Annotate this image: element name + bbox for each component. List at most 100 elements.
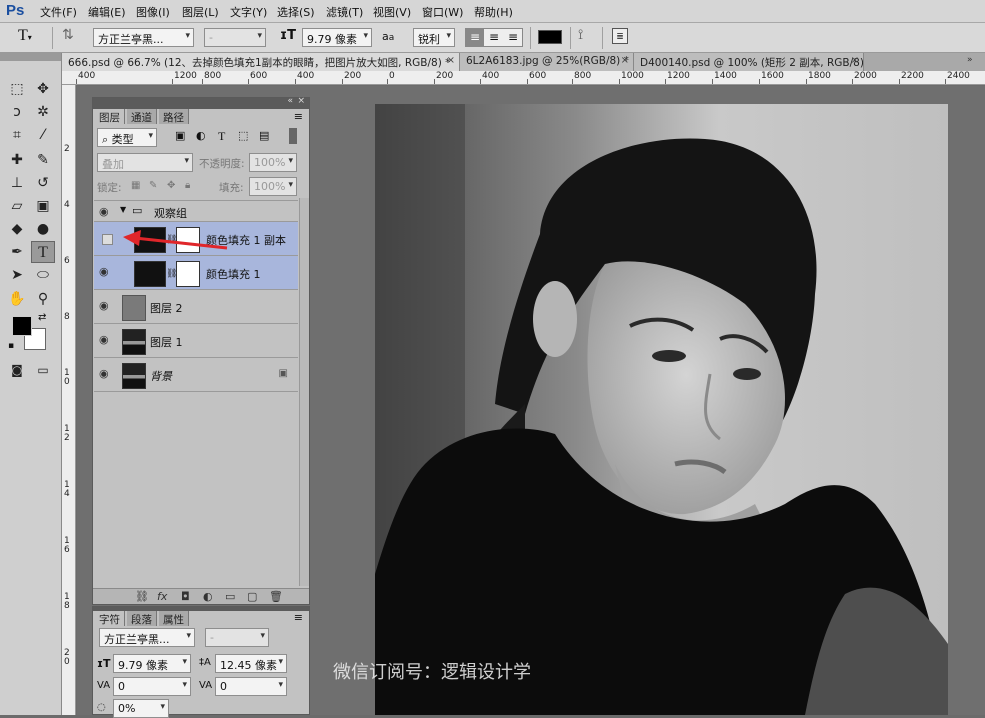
tab-6l2a6183-jpg[interactable]: 6L2A6183.jpg @ 25%(RGB/8) * × xyxy=(460,53,634,71)
type-tool-preset-icon[interactable]: T▾ xyxy=(18,27,32,45)
align-left-icon[interactable]: ≡ xyxy=(466,29,484,46)
panel-menu-icon[interactable]: ≡ xyxy=(294,611,303,624)
collapse-panel-icon[interactable]: « xyxy=(287,96,293,106)
kerning-input[interactable]: 0 ▾ xyxy=(113,677,191,696)
visibility-toggle-off[interactable] xyxy=(102,234,113,245)
path-selection-tool-icon[interactable]: ➤ xyxy=(5,264,29,286)
eyedropper-tool-icon[interactable]: ⁄ xyxy=(31,124,55,146)
document-canvas[interactable] xyxy=(375,104,948,715)
opacity-input[interactable]: 100% ▾ xyxy=(249,153,297,172)
layer-row-layer-2[interactable]: ◉ 图层 2 xyxy=(94,290,298,324)
adjustment-layer-icon[interactable]: ◐ xyxy=(203,590,213,603)
close-icon[interactable]: × xyxy=(447,55,455,66)
leading-input[interactable]: 12.45 像素 ▾ xyxy=(215,654,287,673)
zoom-tool-icon[interactable]: ⚲ xyxy=(31,288,55,310)
close-icon[interactable]: × xyxy=(621,55,629,66)
add-mask-icon[interactable]: ◘ xyxy=(181,590,190,603)
clone-stamp-tool-icon[interactable]: ⊥ xyxy=(5,172,29,194)
font-style-select[interactable]: - ▾ xyxy=(205,628,269,647)
menu-filter[interactable]: 滤镜(T) xyxy=(326,4,363,20)
lock-all-icon[interactable]: 🔒︎ xyxy=(185,180,190,191)
new-group-icon[interactable]: ▭ xyxy=(225,590,235,603)
layers-scrollbar[interactable] xyxy=(299,198,309,586)
screen-mode-icon[interactable]: ▭ xyxy=(31,359,55,381)
new-layer-icon[interactable]: ▢ xyxy=(247,590,257,603)
fx-icon[interactable]: fx xyxy=(157,590,167,603)
layer-row-background[interactable]: ◉ 背景 ▣ xyxy=(94,358,298,392)
quick-mask-icon[interactable]: ◙ xyxy=(5,359,29,381)
swap-colors-icon[interactable]: ⇄ xyxy=(38,312,46,323)
magic-wand-tool-icon[interactable]: ✲ xyxy=(31,101,55,123)
layer-mask-thumbnail[interactable] xyxy=(176,261,200,287)
text-orientation-icon[interactable]: ⇅ xyxy=(62,27,74,43)
crop-tool-icon[interactable]: ⌗ xyxy=(5,124,29,146)
ellipse-tool-icon[interactable]: ⬭ xyxy=(31,264,55,286)
gradient-tool-icon[interactable]: ▣ xyxy=(31,195,55,217)
lock-position-icon[interactable]: ✥ xyxy=(167,180,175,191)
healing-brush-tool-icon[interactable]: ✚ xyxy=(5,149,29,171)
filter-smart-object-icon[interactable]: ▤ xyxy=(259,129,269,142)
antialias-select[interactable]: 锐利 ▾ xyxy=(413,28,455,47)
history-brush-tool-icon[interactable]: ↺ xyxy=(31,172,55,194)
text-color-swatch[interactable] xyxy=(538,30,562,44)
move-tool-icon[interactable]: ✥ xyxy=(31,78,55,100)
tracking-input[interactable]: 0 ▾ xyxy=(215,677,287,696)
layer-row-fill[interactable]: ◉ ⛓ 颜色填充 1 xyxy=(94,256,298,290)
tabs-overflow-icon[interactable]: » xyxy=(967,55,973,65)
eye-icon[interactable]: ◉ xyxy=(99,300,113,311)
filter-type-icon[interactable]: T xyxy=(218,129,225,144)
toolbar-grip[interactable] xyxy=(0,53,61,61)
filter-adjustment-icon[interactable]: ◐ xyxy=(196,129,206,142)
font-style-select[interactable]: - ▾ xyxy=(204,28,266,47)
panel-grip[interactable]: « × xyxy=(93,96,309,109)
warp-text-icon[interactable]: ⟟ xyxy=(578,27,583,43)
lock-transparent-icon[interactable]: ▦ xyxy=(131,180,140,191)
menu-type[interactable]: 文字(Y) xyxy=(230,4,267,20)
menu-image[interactable]: 图像(I) xyxy=(136,4,170,20)
close-panel-icon[interactable]: × xyxy=(297,96,305,106)
tab-d400140-psd[interactable]: D400140.psd @ 100% (矩形 2 副本, RGB/8) * × xyxy=(634,53,864,71)
menu-window[interactable]: 窗口(W) xyxy=(422,4,463,20)
eye-icon[interactable]: ◉ xyxy=(99,368,113,379)
fill-input[interactable]: 100% ▾ xyxy=(249,177,297,196)
type-tool-icon[interactable]: T xyxy=(31,241,55,263)
font-size-select[interactable]: 9.79 像素 ▾ xyxy=(302,28,372,47)
tab-character[interactable]: 字符 xyxy=(95,611,125,626)
menu-help[interactable]: 帮助(H) xyxy=(474,4,513,20)
layer-row-layer-1[interactable]: ◉ 图层 1 xyxy=(94,324,298,358)
brush-tool-icon[interactable]: ✎ xyxy=(31,149,55,171)
panel-grip[interactable] xyxy=(93,607,309,611)
group-expand-icon[interactable]: ▼ xyxy=(120,205,126,214)
tab-layers[interactable]: 图层 xyxy=(95,109,125,124)
blend-mode-select[interactable]: 叠加 ▾ xyxy=(97,153,193,172)
font-family-select[interactable]: 方正兰亭黑... ▾ xyxy=(93,28,194,47)
trash-icon[interactable]: 🗑︎ xyxy=(269,590,283,603)
foreground-color-swatch[interactable] xyxy=(12,316,32,336)
menu-layer[interactable]: 图层(L) xyxy=(182,4,219,20)
tab-channels[interactable]: 通道 xyxy=(127,109,157,124)
font-family-select[interactable]: 方正兰亭黑... ▾ xyxy=(99,628,195,647)
filter-kind-select[interactable]: ⌕ 类型 ▾ xyxy=(97,128,157,147)
pen-tool-icon[interactable]: ✒ xyxy=(5,241,29,263)
filter-pixel-icon[interactable]: ▣ xyxy=(175,129,185,142)
character-panel-toggle-icon[interactable]: ≣ xyxy=(612,28,628,44)
tab-666-psd[interactable]: 666.psd @ 66.7% (12、去掉颜色填充1副本的眼睛，把图片放大如图… xyxy=(62,53,460,71)
panel-menu-icon[interactable]: ≡ xyxy=(294,110,303,123)
dodge-tool-icon[interactable]: ● xyxy=(31,218,55,240)
filter-toggle[interactable] xyxy=(289,128,297,144)
marquee-tool-icon[interactable]: ⬚ xyxy=(5,78,29,100)
close-icon[interactable]: × xyxy=(851,55,859,66)
tab-paragraph[interactable]: 段落 xyxy=(127,611,157,626)
hand-tool-icon[interactable]: ✋ xyxy=(5,288,29,310)
menu-file[interactable]: 文件(F) xyxy=(40,4,77,20)
default-colors-icon[interactable]: ▪ xyxy=(8,341,14,351)
eye-icon[interactable]: ◉ xyxy=(99,334,113,345)
align-right-icon[interactable]: ≡ xyxy=(504,29,522,46)
eraser-tool-icon[interactable]: ▱ xyxy=(5,195,29,217)
blur-tool-icon[interactable]: ◆ xyxy=(5,218,29,240)
eye-icon[interactable]: ◉ xyxy=(99,266,113,277)
align-center-icon[interactable]: ≡ xyxy=(485,29,503,46)
font-size-input[interactable]: 9.79 像素 ▾ xyxy=(113,654,191,673)
menu-view[interactable]: 视图(V) xyxy=(373,4,411,20)
lasso-tool-icon[interactable]: ↄ xyxy=(5,101,29,123)
